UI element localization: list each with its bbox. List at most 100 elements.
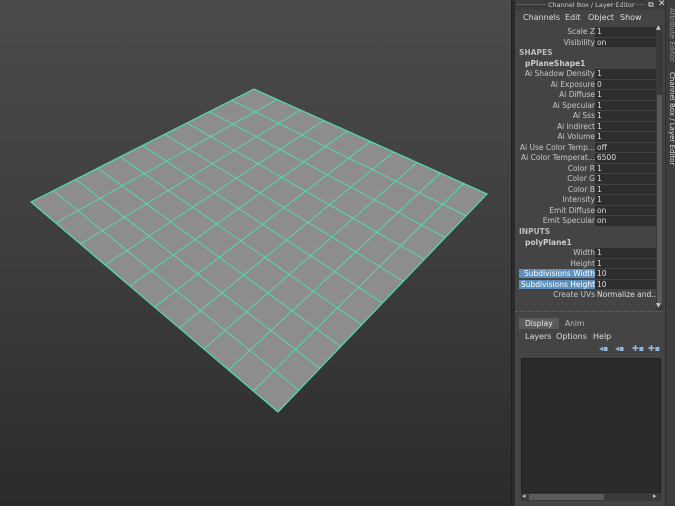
menu-edit[interactable]: Edit [565, 13, 581, 22]
channel-row-create-uvs[interactable]: Create UVs Normalize and... [515, 290, 659, 301]
channel-row-ai-volume[interactable]: Ai Volume 1 [515, 132, 659, 143]
scrollbar-thumb[interactable] [657, 95, 662, 305]
channel-row-scale-z[interactable]: Scale Z 1 [515, 27, 659, 38]
scroll-right-arrow-icon[interactable]: ▸ [653, 492, 657, 500]
channel-row-height[interactable]: Height 1 [515, 258, 659, 270]
channel-label: Width [573, 248, 595, 257]
drag-handle[interactable] [605, 4, 645, 6]
tab-anim[interactable]: Anim [559, 318, 590, 329]
node-label: polyPlane1 [525, 237, 572, 247]
menu-show[interactable]: Show [620, 13, 642, 22]
channel-value[interactable]: 1 [595, 111, 656, 121]
channel-value[interactable]: 1 [595, 69, 656, 79]
layer-list[interactable] [521, 358, 661, 493]
channel-value[interactable]: off [595, 142, 656, 152]
channel-row-visibility[interactable]: Visibility on [515, 37, 659, 49]
tab-attribute-editor[interactable]: Attribute Editor [666, 8, 675, 62]
channel-label: Ai Indirect [556, 121, 595, 131]
channel-value[interactable]: 1 [595, 121, 656, 131]
channel-box-scrollbar[interactable]: ▲ ▼ [656, 24, 663, 310]
channel-label: Ai Volume [557, 132, 596, 141]
channel-value[interactable]: 10 [595, 279, 656, 289]
move-layer-down-icon[interactable]: ◂▪ [615, 344, 624, 353]
channel-row-width[interactable]: Width 1 [515, 248, 659, 259]
create-empty-layer-icon[interactable]: ✚▪ [632, 344, 644, 353]
channel-label: Height [570, 258, 595, 268]
node-label: pPlaneShape1 [525, 58, 586, 68]
channel-value[interactable]: on [595, 37, 656, 47]
scroll-up-arrow-icon[interactable]: ▲ [656, 24, 661, 31]
channel-row-ai-exposure[interactable]: Ai Exposure 0 [515, 79, 659, 91]
menu-channels[interactable]: Channels [523, 13, 560, 22]
channel-value[interactable]: on [595, 205, 656, 215]
layer-editor-menubar: Layers Options Help [515, 331, 665, 343]
channel-value[interactable]: 1 [595, 27, 656, 37]
create-layer-from-selection-icon[interactable]: ✚▪ [648, 344, 660, 353]
channel-label: Ai Color Temperat... [521, 153, 595, 162]
channel-value[interactable]: 1 [595, 132, 656, 142]
channel-label: Color R [567, 163, 595, 173]
menu-options[interactable]: Options [556, 332, 587, 341]
channel-row-intensity[interactable]: Intensity 1 [515, 195, 659, 206]
channel-value[interactable]: Normalize and... [595, 290, 656, 300]
drag-handle[interactable] [517, 4, 545, 6]
channel-row-ai-use-color-temperature[interactable]: Ai Use Color Temp... off [515, 142, 659, 154]
menu-layers[interactable]: Layers [525, 332, 551, 341]
channel-label: Ai Specular [552, 100, 595, 110]
plane-face[interactable] [29, 88, 489, 413]
channel-row-color-g[interactable]: Color G 1 [515, 174, 659, 185]
float-panel-icon[interactable]: ⧉ [648, 0, 654, 10]
channel-label: Create UVs [553, 290, 595, 299]
channel-row-ai-color-temperature[interactable]: Ai Color Temperat... 6500 [515, 153, 659, 164]
channel-row-emit-specular[interactable]: Emit Specular on [515, 216, 659, 227]
channel-row-ai-diffuse[interactable]: Ai Diffuse 1 [515, 90, 659, 101]
channel-label: Color G [567, 174, 595, 183]
channel-label: Scale Z [567, 27, 595, 36]
channel-label: Emit Diffuse [549, 205, 595, 215]
channel-value[interactable]: 1 [595, 90, 656, 100]
channel-row-color-b[interactable]: Color B 1 [515, 184, 659, 196]
channel-row-emit-diffuse[interactable]: Emit Diffuse on [515, 205, 659, 217]
channel-list: Scale Z 1 Visibility on SHAPES pPlaneSha… [515, 25, 659, 309]
layer-list-horizontal-scrollbar[interactable]: ◂ ▸ [521, 492, 661, 501]
scroll-left-arrow-icon[interactable]: ◂ [522, 492, 526, 500]
channel-value[interactable]: 6500 [595, 153, 656, 163]
tab-display[interactable]: Display [519, 318, 559, 329]
panel-splitter[interactable] [515, 311, 665, 316]
menu-help[interactable]: Help [593, 332, 611, 341]
shapes-section-header: SHAPES [519, 48, 553, 57]
channel-value[interactable]: on [595, 216, 656, 226]
channel-value[interactable]: 1 [595, 100, 656, 110]
channel-label: Intensity [562, 195, 595, 204]
channel-label: Emit Specular [542, 216, 595, 225]
3d-viewport[interactable] [0, 0, 513, 506]
scrollbar-thumb[interactable] [529, 494, 604, 500]
channel-box-menubar: Channels Edit Object Show [515, 11, 665, 25]
shape-node-name[interactable]: pPlaneShape1 [515, 59, 659, 69]
channel-row-ai-shadow-density[interactable]: Ai Shadow Density 1 [515, 69, 659, 80]
channel-value[interactable]: 10 [595, 269, 656, 279]
channel-row-subdivisions-height[interactable]: Subdivisions Height 10 [515, 279, 659, 291]
channel-row-color-r[interactable]: Color R 1 [515, 163, 659, 175]
scroll-down-arrow-icon[interactable]: ▼ [656, 302, 661, 309]
poly-plane-mesh[interactable] [0, 0, 513, 506]
inputs-section-header: INPUTS [519, 227, 551, 236]
channel-value[interactable]: 1 [595, 248, 656, 258]
channel-value[interactable]: 0 [595, 79, 656, 89]
channel-row-ai-sss[interactable]: Ai Sss 1 [515, 111, 659, 122]
tab-channel-box-layer-editor[interactable]: Channel Box / Layer Editor [666, 72, 675, 165]
layer-toolbar: ◂▪ ◂▪ ✚▪ ✚▪ [515, 344, 665, 356]
menu-object[interactable]: Object [588, 13, 614, 22]
channel-value[interactable]: 1 [595, 195, 656, 205]
channel-value[interactable]: 1 [595, 184, 656, 194]
channel-row-ai-indirect[interactable]: Ai Indirect 1 [515, 121, 659, 133]
channel-value[interactable]: 1 [595, 174, 656, 184]
move-layer-up-icon[interactable]: ◂▪ [599, 344, 608, 353]
channel-value[interactable]: 1 [595, 163, 656, 173]
channel-label: Ai Shadow Density [524, 69, 595, 78]
channel-value[interactable]: 1 [595, 258, 656, 268]
channel-row-ai-specular[interactable]: Ai Specular 1 [515, 100, 659, 112]
layer-editor-tabs: Display Anim [519, 318, 665, 330]
input-node-name[interactable]: polyPlane1 [515, 238, 659, 248]
channel-row-subdivisions-width[interactable]: Subdivisions Width 10 [515, 269, 659, 280]
